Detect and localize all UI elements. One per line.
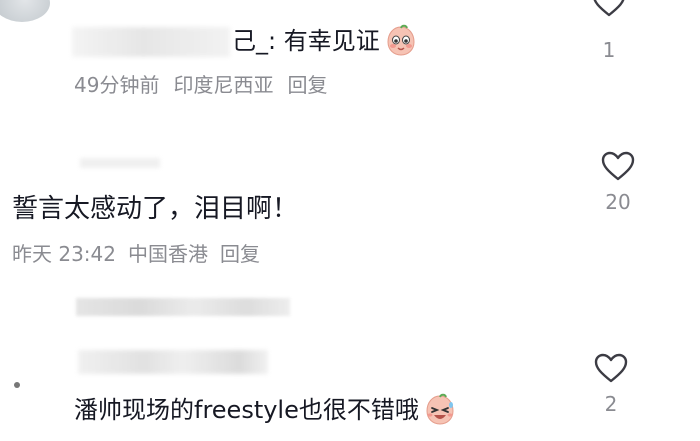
blurred-username (80, 158, 160, 168)
comment-body: 潘帅现场的freestyle也很不错哦 (74, 396, 419, 424)
comment-time: 49分钟前 (74, 73, 160, 97)
like-button[interactable]: 1 (586, 0, 632, 62)
avatar-fragment (14, 382, 20, 388)
comment-location: 印度尼西亚 (173, 73, 274, 97)
comment-body: 誓言太感动了，泪目啊！ (12, 194, 299, 224)
blushing-face-emoji-icon (384, 24, 418, 58)
like-count: 20 (605, 190, 631, 214)
blurred-username (72, 27, 230, 57)
comment-list: 己_ : 有幸见证 49分钟前 印度尼西亚 回复 1 誓言太感动了，泪目啊！ 昨… (0, 0, 700, 441)
comment-text: 潘帅现场的freestyle也很不错哦 (74, 393, 457, 427)
heart-icon (594, 353, 628, 383)
comment-body: : 有幸见证 (268, 27, 380, 55)
reply-button[interactable]: 回复 (220, 241, 260, 267)
like-count: 2 (604, 392, 618, 416)
heart-icon (593, 0, 625, 17)
heart-icon (601, 151, 635, 181)
blurred-username (78, 350, 268, 374)
comment-text: 己_ : 有幸见证 (232, 24, 418, 58)
laughing-crying-face-emoji-icon (423, 393, 457, 427)
avatar[interactable] (0, 0, 50, 22)
like-count: 1 (602, 38, 616, 62)
comment-time: 昨天 23:42 (12, 242, 116, 266)
like-button[interactable]: 2 (588, 352, 634, 416)
blurred-comment-meta (76, 298, 290, 316)
comment-author[interactable]: 己_ (232, 25, 268, 57)
reply-button[interactable]: 回复 (287, 72, 327, 98)
comment-meta: 49分钟前 印度尼西亚 回复 (74, 72, 327, 98)
comment-location: 中国香港 (128, 242, 208, 266)
comment-meta: 昨天 23:42 中国香港 回复 (12, 241, 260, 267)
like-button[interactable]: 20 (595, 150, 641, 214)
